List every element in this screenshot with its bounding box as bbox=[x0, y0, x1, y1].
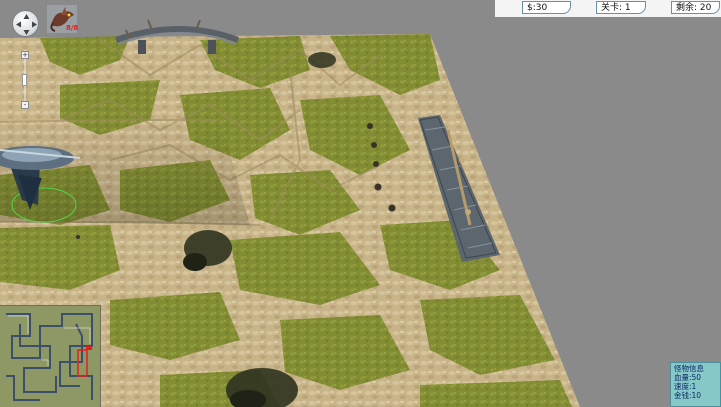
monster-speed-label: 速度:1 bbox=[674, 382, 697, 391]
game-terrain-view[interactable] bbox=[0, 0, 721, 407]
level-counter: 关卡: 1 bbox=[596, 1, 646, 14]
minimap[interactable] bbox=[0, 305, 101, 407]
remaining-enemies-counter: 剩余: 20 bbox=[671, 1, 720, 14]
zoom-out-button[interactable]: - bbox=[21, 101, 29, 109]
unit-count-label: 8/8 bbox=[66, 24, 79, 32]
zoom-in-button[interactable]: + bbox=[21, 51, 29, 59]
money-counter: $:30 bbox=[522, 1, 571, 14]
navigation-dpad-icon[interactable] bbox=[12, 10, 39, 37]
monster-hp-label: 血量:50 bbox=[674, 373, 702, 382]
monster-gold-label: 金钱:10 bbox=[674, 391, 702, 400]
monster-info-title: 怪物信息 bbox=[674, 364, 704, 373]
pan-up-icon bbox=[23, 14, 30, 19]
pan-right-icon bbox=[32, 21, 37, 28]
zoom-slider-handle[interactable] bbox=[22, 74, 27, 86]
pan-down-icon bbox=[23, 30, 30, 35]
monster-info-panel: 怪物信息 血量:50 速度:1 金钱:10 bbox=[670, 362, 721, 407]
pan-left-icon bbox=[16, 21, 21, 28]
